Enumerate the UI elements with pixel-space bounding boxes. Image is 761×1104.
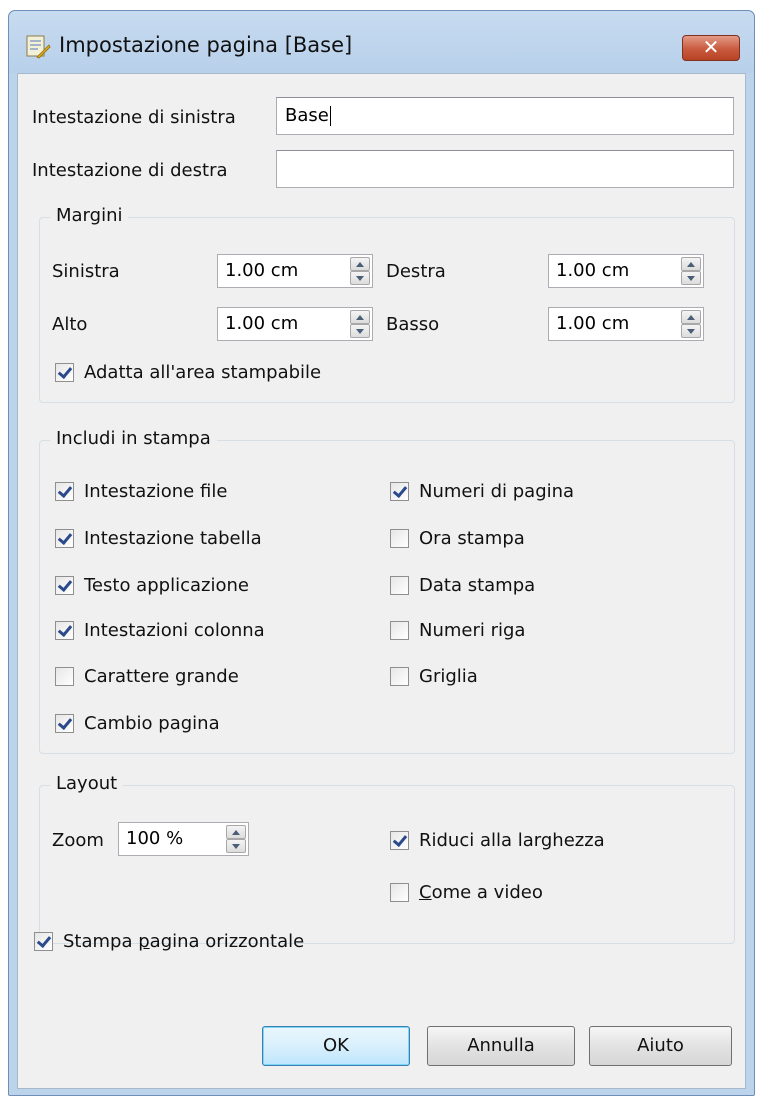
check-icon [55,714,74,733]
margin-top-spinner[interactable]: 1.00 cm [217,307,373,341]
left-header-label: Intestazione di sinistra [32,107,236,128]
check-icon [55,529,74,548]
dialog-body: Intestazione di sinistra Base Intestazio… [17,73,746,1089]
check-icon [55,576,74,595]
left-header-input[interactable]: Base [276,97,734,135]
fit-printable-area-label: Adatta all'area stampabile [84,362,322,383]
checkbox-label: Numeri di pagina [419,481,575,502]
checkbox-label: Data stampa [419,575,536,596]
label-rest: agina orizzontale [149,931,305,952]
unchecked-box-icon [55,667,74,686]
right-header-input[interactable] [276,150,734,188]
checkbox-label: Carattere grande [84,666,239,687]
dialog-window: Impostazione pagina [Base] ✕ Intestazion… [8,10,755,1096]
label-rest: ome a video [431,882,543,903]
label-prefix: Stampa [63,931,139,952]
layout-group: Layout Zoom 100 % Riduci alla larghezza … [39,773,735,944]
spin-down-button[interactable] [681,324,701,338]
as-screen-label: Come a video [419,882,543,904]
margin-bottom-label: Basso [386,314,440,335]
checkbox-label: Intestazione tabella [84,528,262,549]
spin-down-button[interactable] [226,839,246,853]
margin-bottom-spinner[interactable]: 1.00 cm [548,307,704,341]
check-icon [55,363,74,382]
checkbox-label: Numeri riga [419,620,526,641]
check-icon [55,621,74,640]
cancel-button[interactable]: Annulla [427,1026,575,1066]
spin-down-button[interactable] [350,324,370,338]
page-setup-icon [26,35,51,59]
margin-top-value: 1.00 cm [225,313,299,334]
zoom-label: Zoom [52,830,104,851]
include-group: Includi in stampa Intestazione file Inte… [39,428,735,754]
checkbox-label: Intestazione file [84,481,228,502]
left-header-value: Base [285,105,329,126]
margin-left-spinner[interactable]: 1.00 cm [217,254,373,288]
ok-button[interactable]: OK [262,1026,410,1066]
fit-width-label: Riduci alla larghezza [419,830,605,851]
spin-down-button[interactable] [350,271,370,285]
spin-up-button[interactable] [681,257,701,271]
spin-up-button[interactable] [350,257,370,271]
text-caret [329,106,331,126]
margin-right-value: 1.00 cm [556,260,630,281]
zoom-value: 100 % [126,828,184,849]
margins-group: Margini Sinistra 1.00 cm Destra 1.00 cm … [39,205,735,403]
checkbox-label: Griglia [419,666,478,687]
check-icon [390,831,409,850]
margin-right-label: Destra [386,261,446,282]
close-button[interactable]: ✕ [682,35,740,61]
check-icon [390,482,409,501]
margin-bottom-value: 1.00 cm [556,313,630,334]
unchecked-box-icon [390,621,409,640]
right-header-label: Intestazione di destra [32,160,228,181]
unchecked-box-icon [390,667,409,686]
checkbox-label: Cambio pagina [84,713,220,734]
accelerator-key: C [419,882,432,903]
unchecked-box-icon [390,529,409,548]
margin-top-label: Alto [52,314,88,335]
window-title: Impostazione pagina [Base] [59,33,353,57]
zoom-spinner[interactable]: 100 % [118,822,249,856]
layout-group-label: Layout [50,773,124,794]
margin-left-value: 1.00 cm [225,260,299,281]
margin-right-spinner[interactable]: 1.00 cm [548,254,704,288]
spin-up-button[interactable] [226,825,246,839]
help-button[interactable]: Aiuto [589,1026,732,1066]
title-bar[interactable]: Impostazione pagina [Base] ✕ [9,11,754,73]
margin-left-label: Sinistra [52,261,120,282]
spin-up-button[interactable] [681,310,701,324]
landscape-label: Stampa pagina orizzontale [63,931,304,953]
check-icon [34,932,53,951]
checkbox-label: Intestazioni colonna [84,620,265,641]
margins-group-label: Margini [50,205,129,226]
check-icon [55,482,74,501]
unchecked-box-icon [390,883,409,902]
include-group-label: Includi in stampa [50,428,217,449]
checkbox-label: Ora stampa [419,528,525,549]
checkbox-label: Testo applicazione [84,575,249,596]
accelerator-key: p [138,931,150,952]
spin-down-button[interactable] [681,271,701,285]
unchecked-box-icon [390,576,409,595]
spin-up-button[interactable] [350,310,370,324]
